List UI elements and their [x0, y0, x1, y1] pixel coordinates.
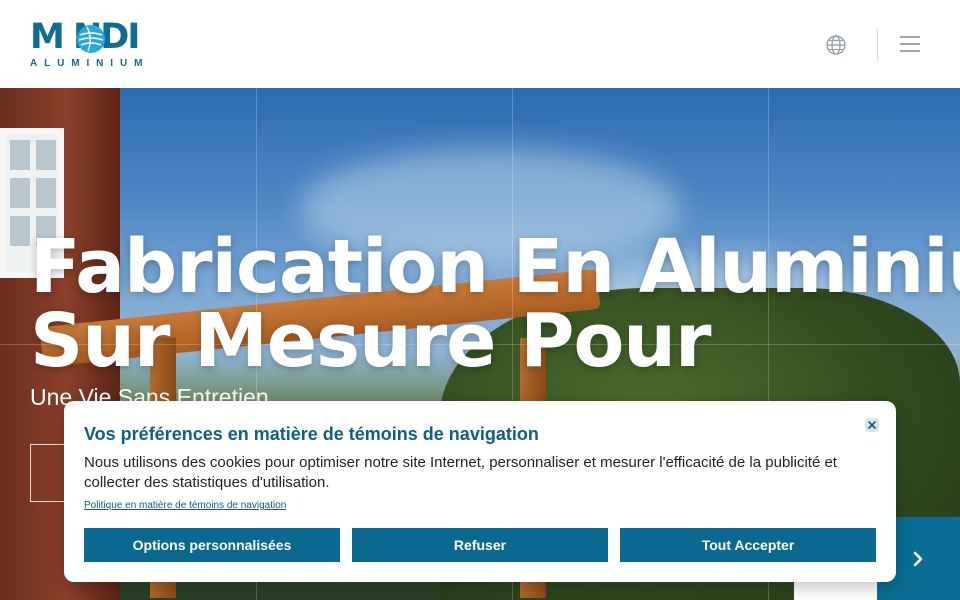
logo-subtitle: ALUMINIUM [30, 58, 150, 69]
accept-all-button[interactable]: Tout Accepter [620, 528, 876, 562]
cookie-consent-banner: Vos préférences en matière de témoins de… [64, 401, 896, 582]
custom-options-button[interactable]: Options personnalisées [84, 528, 340, 562]
close-icon[interactable] [865, 418, 879, 432]
hero-title-line-2: Sur Mesure Pour [30, 298, 711, 384]
hero-title: Fabrication En Aluminium Sur Mesure Pour [30, 230, 960, 378]
header-divider [877, 29, 878, 61]
language-globe-icon[interactable] [825, 34, 847, 56]
mondi-aluminium-logo[interactable]: M NDI ALUMINIUM [30, 19, 152, 69]
cookie-banner-body: Nous utilisons des cookies pour optimise… [84, 454, 837, 491]
globe-logo-icon [77, 25, 105, 53]
chevron-right-icon [913, 551, 923, 567]
cookie-banner-title: Vos préférences en matière de témoins de… [84, 424, 539, 444]
hero-title-line-1: Fabrication En Aluminium [30, 224, 960, 310]
hamburger-menu-icon[interactable] [900, 36, 924, 54]
refuse-button[interactable]: Refuser [352, 528, 608, 562]
site-header: M NDI ALUMINIUM [0, 0, 960, 88]
cookie-policy-link[interactable]: Politique en matière de témoins de navig… [84, 500, 286, 511]
